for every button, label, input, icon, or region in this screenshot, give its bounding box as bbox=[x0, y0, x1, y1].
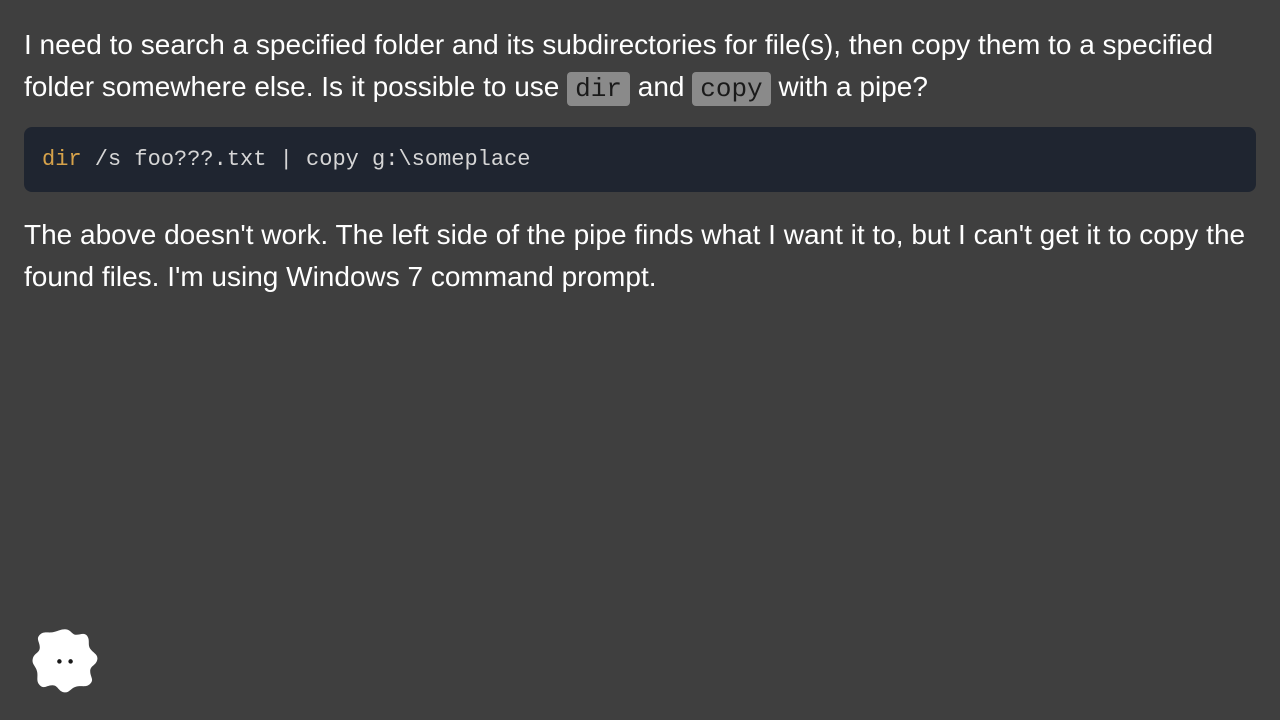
code-token-cmd: dir bbox=[42, 147, 82, 172]
question-body: I need to search a specified folder and … bbox=[24, 24, 1256, 298]
avatar-icon bbox=[30, 625, 100, 695]
text: with a pipe? bbox=[771, 71, 928, 102]
inline-code-copy: copy bbox=[692, 72, 770, 106]
para-2: The above doesn't work. The left side of… bbox=[24, 214, 1256, 298]
code-token-rest: /s foo???.txt | copy g:\someplace bbox=[82, 147, 531, 172]
code-block: dir /s foo???.txt | copy g:\someplace bbox=[24, 127, 1256, 192]
text: and bbox=[630, 71, 692, 102]
para-1: I need to search a specified folder and … bbox=[24, 24, 1256, 109]
inline-code-dir: dir bbox=[567, 72, 630, 106]
